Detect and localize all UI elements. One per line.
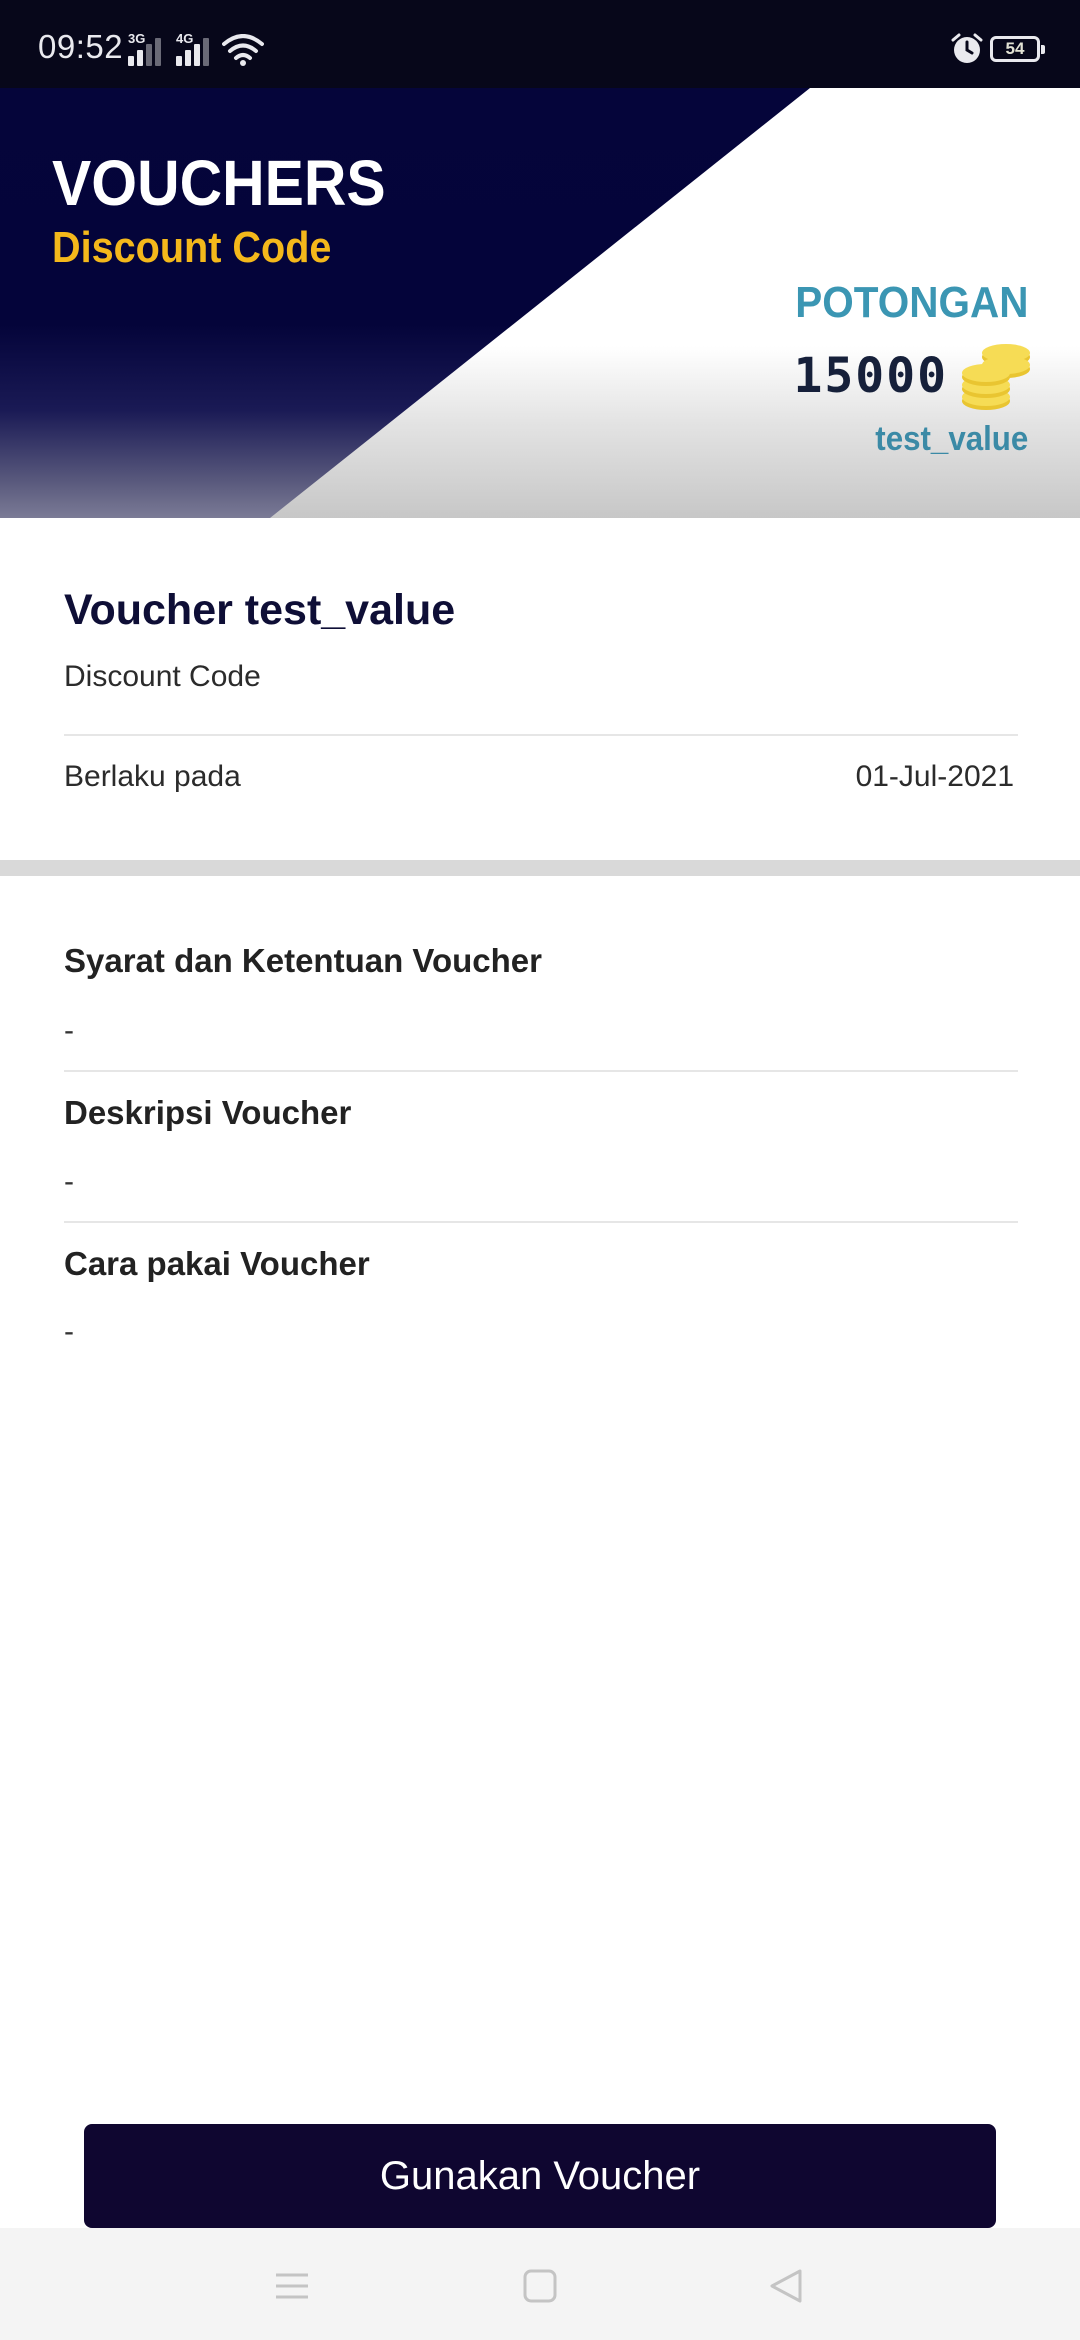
- valid-date: 01-Jul-2021: [855, 760, 1014, 793]
- section-title: Deskripsi Voucher: [64, 1094, 352, 1131]
- banner-subtitle: Discount Code: [52, 223, 332, 272]
- section-separator: [0, 860, 1080, 876]
- voucher-type: Discount Code: [64, 660, 261, 693]
- voucher-code: test_value: [874, 420, 1028, 458]
- section-body: -: [64, 1014, 74, 1047]
- battery-level: 54: [1005, 39, 1025, 58]
- discount-label: POTONGAN: [794, 278, 1028, 327]
- section-title: Cara pakai Voucher: [64, 1245, 370, 1282]
- section-title: Syarat dan Ketentuan Voucher: [64, 942, 543, 979]
- status-time: 09:52: [38, 28, 124, 65]
- section-body: -: [64, 1315, 74, 1348]
- signal-icon: 3G: [128, 32, 172, 66]
- voucher-name: Voucher test_value: [64, 586, 456, 634]
- signal-icon: 4G: [176, 32, 220, 66]
- home-icon[interactable]: [520, 2266, 560, 2306]
- network-type-label: 3G: [128, 31, 146, 46]
- use-voucher-button[interactable]: Gunakan Voucher: [84, 2124, 996, 2228]
- status-bar: 09:52 3G 4G 54: [0, 0, 1080, 88]
- alarm-icon: [951, 33, 983, 63]
- menu-icon[interactable]: [272, 2266, 312, 2306]
- valid-label: Berlaku pada: [64, 760, 241, 793]
- back-icon[interactable]: [766, 2266, 806, 2306]
- voucher-banner: VOUCHERS Discount Code POTONGAN 15000 te…: [0, 88, 1080, 518]
- divider: [64, 734, 1018, 736]
- wifi-icon: [222, 34, 264, 66]
- divider: [64, 1070, 1018, 1072]
- network-type-label: 4G: [176, 31, 194, 46]
- banner-title: VOUCHERS: [52, 147, 386, 219]
- screen: 09:52 3G 4G 54 VOUCHERS Discount Code PO…: [0, 0, 1080, 2340]
- discount-amount: 15000: [793, 348, 948, 404]
- battery-icon: 54: [990, 36, 1045, 62]
- section-body: -: [64, 1165, 74, 1198]
- navigation-bar: [0, 2228, 1080, 2340]
- divider: [64, 1221, 1018, 1223]
- coins-icon: [962, 344, 1030, 410]
